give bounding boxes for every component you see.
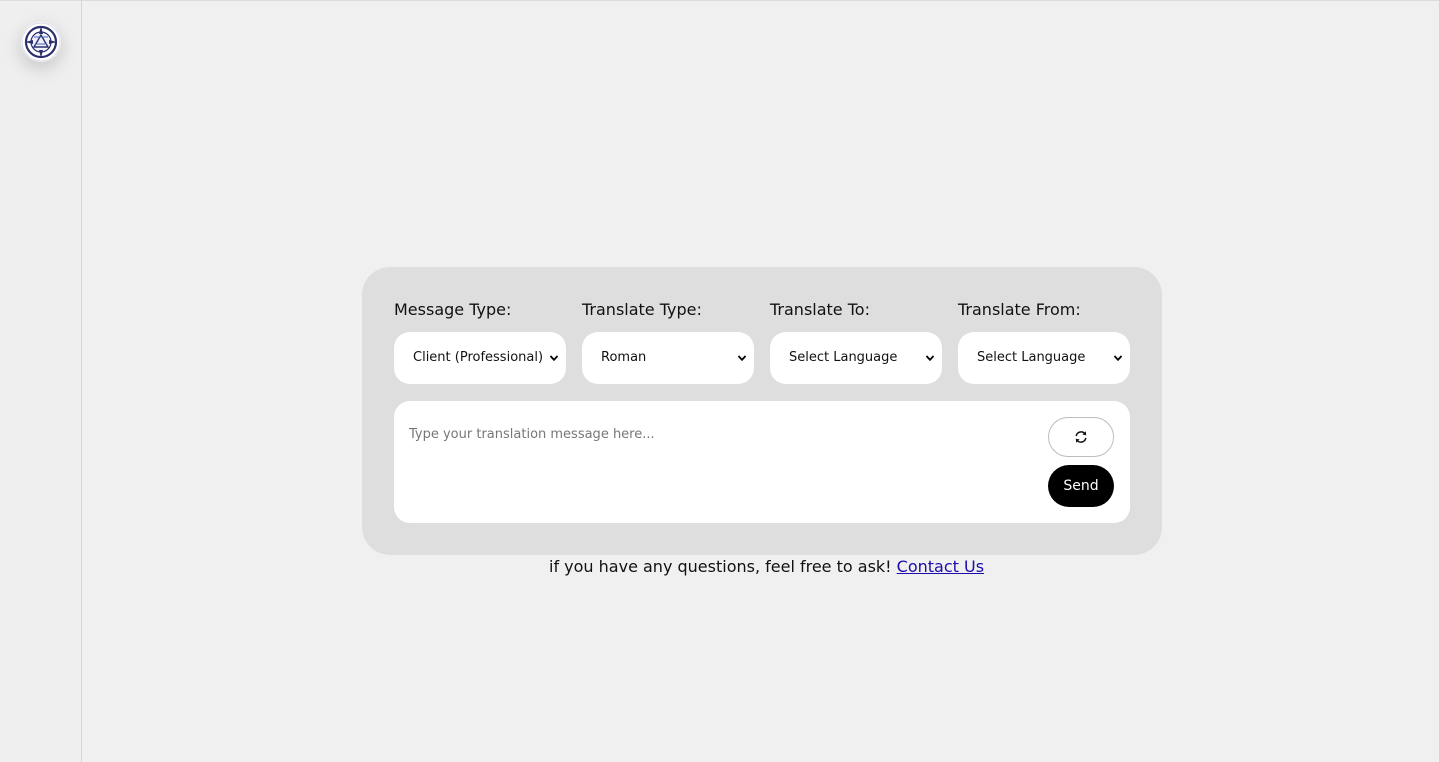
translate-from-select[interactable]: Select Language <box>958 332 1130 384</box>
contact-us-link[interactable]: Contact Us <box>897 557 984 576</box>
footer-help-text: if you have any questions, feel free to … <box>549 557 984 576</box>
message-box: Type your translation message here... Se… <box>394 401 1130 523</box>
translate-to-select[interactable]: Select Language <box>770 332 942 384</box>
chevron-down-icon <box>1113 355 1123 362</box>
translate-from-value: Select Language <box>977 350 1086 365</box>
translation-card: Message Type: Client (Professional) Tran… <box>362 267 1162 555</box>
translate-type-select[interactable]: Roman <box>582 332 754 384</box>
message-type-select[interactable]: Client (Professional) <box>394 332 566 384</box>
refresh-button[interactable] <box>1048 417 1114 457</box>
message-type-value: Client (Professional) <box>413 350 544 365</box>
sidebar <box>0 0 82 762</box>
message-input[interactable]: Type your translation message here... <box>409 427 969 442</box>
send-button[interactable]: Send <box>1048 465 1114 507</box>
chevron-down-icon <box>737 355 747 362</box>
translate-to-value: Select Language <box>789 350 898 365</box>
translate-type-label: Translate Type: <box>582 300 702 319</box>
compass-logo-icon[interactable] <box>21 22 61 62</box>
translate-from-label: Translate From: <box>958 300 1081 319</box>
message-type-label: Message Type: <box>394 300 512 319</box>
refresh-icon <box>1075 431 1087 443</box>
top-border <box>82 0 1439 1</box>
chevron-down-icon <box>925 355 935 362</box>
footer-question: if you have any questions, feel free to … <box>549 557 892 576</box>
chevron-down-icon <box>549 355 559 362</box>
translate-type-value: Roman <box>601 350 647 365</box>
translate-to-label: Translate To: <box>770 300 870 319</box>
